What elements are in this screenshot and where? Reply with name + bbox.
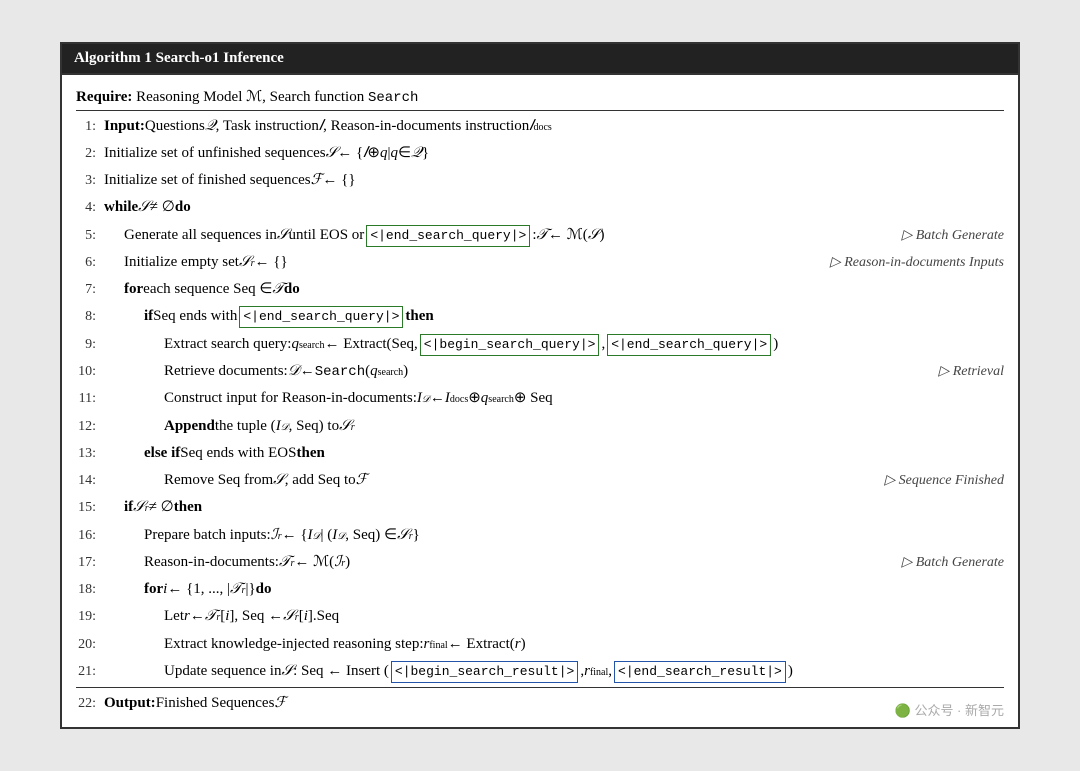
line-content: Let r ← 𝒯r[i], Seq ← 𝒮r[i].Seq (104, 605, 1004, 628)
line-number: 14: (76, 470, 104, 492)
line-number: 17: (76, 552, 104, 574)
line-content: Initialize set of finished sequences ℱ ←… (104, 169, 1004, 192)
line-content: Initialize set of unfinished sequences 𝒮… (104, 142, 1004, 165)
line-number: 3: (76, 170, 104, 192)
line-content: Remove Seq from 𝒮, add Seq to ℱ ▷ Sequen… (104, 469, 1004, 492)
line-content: Construct input for Reason-in-documents:… (104, 387, 1004, 410)
line-number: 15: (76, 497, 104, 519)
line-number: 4: (76, 197, 104, 219)
line-content: Extract search query: qsearch ← Extract(… (104, 333, 1004, 356)
algorithm-body: Require: Reasoning Model ℳ, Search funct… (62, 73, 1018, 728)
line-content: for i ← {1, ..., |𝒯r|} do (104, 578, 1004, 601)
line-content: Update sequence in 𝒮: Seq ← Insert (<|be… (104, 660, 1004, 683)
line-9: 9:Extract search query: qsearch ← Extrac… (76, 331, 1004, 358)
line-number: 6: (76, 252, 104, 274)
watermark: 🟢 公众号 · 新智元 (895, 700, 1004, 719)
require-label: Require: (76, 89, 132, 105)
line-2: 2:Initialize set of unfinished sequences… (76, 140, 1004, 167)
line-number: 21: (76, 661, 104, 683)
watermark-icon: 🟢 (895, 703, 911, 718)
line-number: 8: (76, 306, 104, 328)
search-function: Search (368, 90, 418, 106)
line-number: 7: (76, 279, 104, 301)
line-22: 22:Output: Finished Sequences ℱ (76, 687, 1004, 717)
line-20: 20:Extract knowledge-injected reasoning … (76, 631, 1004, 658)
require-line: Require: Reasoning Model ℳ, Search funct… (76, 83, 1004, 111)
line-content: Retrieve documents: 𝒟 ← Search(qsearch) … (104, 360, 1004, 384)
line-15: 15:if 𝒮r ≠ ∅ then (76, 494, 1004, 521)
line-content: if Seq ends with <|end_search_query|> th… (104, 305, 1004, 328)
line-content: Input: Questions 𝒬, Task instruction 𝐼, … (104, 115, 1004, 138)
line-number: 19: (76, 606, 104, 628)
line-10: 10:Retrieve documents: 𝒟 ← Search(qsearc… (76, 358, 1004, 386)
line-11: 11:Construct input for Reason-in-documen… (76, 385, 1004, 412)
line-17: 17:Reason-in-documents: 𝒯r ← ℳ(ℐr) ▷ Bat… (76, 549, 1004, 576)
line-8: 8:if Seq ends with <|end_search_query|> … (76, 303, 1004, 330)
line-14: 14:Remove Seq from 𝒮, add Seq to ℱ ▷ Seq… (76, 467, 1004, 494)
algorithm-header: Algorithm 1 Search-o1 Inference (62, 44, 1018, 73)
line-content: if 𝒮r ≠ ∅ then (104, 496, 1004, 519)
algorithm-lines: 1:Input: Questions 𝒬, Task instruction 𝐼… (76, 113, 1004, 718)
line-content: Reason-in-documents: 𝒯r ← ℳ(ℐr) ▷ Batch … (104, 551, 1004, 574)
line-5: 5:Generate all sequences in 𝒮 until EOS … (76, 222, 1004, 249)
line-content: Output: Finished Sequences ℱ (104, 692, 1004, 715)
line-12: 12:Append the tuple (I𝒟, Seq) to 𝒮r (76, 413, 1004, 440)
line-13: 13:else if Seq ends with EOS then (76, 440, 1004, 467)
line-number: 9: (76, 334, 104, 356)
line-number: 16: (76, 525, 104, 547)
line-3: 3:Initialize set of finished sequences ℱ… (76, 167, 1004, 194)
line-21: 21:Update sequence in 𝒮: Seq ← Insert (<… (76, 658, 1004, 685)
line-number: 12: (76, 416, 104, 438)
line-6: 6:Initialize empty set 𝒮r ← {} ▷ Reason-… (76, 249, 1004, 276)
line-1: 1:Input: Questions 𝒬, Task instruction 𝐼… (76, 113, 1004, 140)
line-16: 16:Prepare batch inputs: ℐr ← {I𝒟 | (I𝒟,… (76, 522, 1004, 549)
line-number: 1: (76, 116, 104, 138)
line-number: 10: (76, 361, 104, 383)
line-content: else if Seq ends with EOS then (104, 442, 1004, 465)
line-number: 13: (76, 443, 104, 465)
line-number: 2: (76, 143, 104, 165)
line-content: Generate all sequences in 𝒮 until EOS or… (104, 224, 1004, 247)
line-content: Initialize empty set 𝒮r ← {} ▷ Reason-in… (104, 251, 1004, 274)
line-content: Extract knowledge-injected reasoning ste… (104, 633, 1004, 656)
algorithm-container: Algorithm 1 Search-o1 Inference Require:… (60, 42, 1020, 730)
line-content: for each sequence Seq ∈ 𝒯 do (104, 278, 1004, 301)
line-number: 22: (76, 693, 104, 715)
line-18: 18:for i ← {1, ..., |𝒯r|} do (76, 576, 1004, 603)
line-4: 4:while 𝒮 ≠ ∅ do (76, 194, 1004, 221)
line-7: 7:for each sequence Seq ∈ 𝒯 do (76, 276, 1004, 303)
algorithm-title: Algorithm 1 Search-o1 Inference (74, 50, 284, 66)
line-number: 5: (76, 225, 104, 247)
line-number: 18: (76, 579, 104, 601)
line-number: 11: (76, 388, 104, 410)
line-content: Prepare batch inputs: ℐr ← {I𝒟 | (I𝒟, Se… (104, 524, 1004, 547)
line-19: 19:Let r ← 𝒯r[i], Seq ← 𝒮r[i].Seq (76, 603, 1004, 630)
line-content: while 𝒮 ≠ ∅ do (104, 196, 1004, 219)
line-content: Append the tuple (I𝒟, Seq) to 𝒮r (104, 415, 1004, 438)
line-number: 20: (76, 634, 104, 656)
